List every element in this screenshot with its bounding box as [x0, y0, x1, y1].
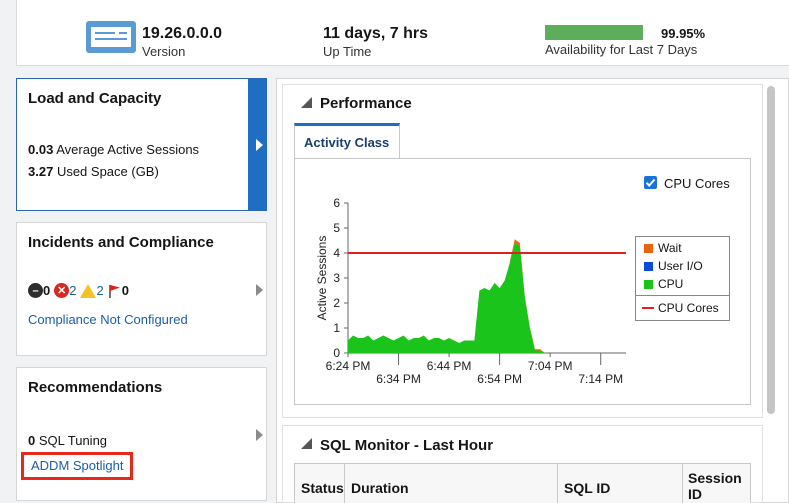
chevron-right-icon: [256, 139, 263, 151]
flagged-incidents[interactable]: 0: [108, 283, 129, 298]
version-label: Version: [142, 44, 186, 59]
fatal-icon: –: [28, 283, 43, 298]
chevron-right-icon: [256, 429, 263, 441]
y-tick-label: 0: [333, 346, 340, 360]
metric-value: 0: [28, 433, 36, 448]
warning-incidents[interactable]: 2: [80, 283, 104, 298]
legend-label: User I/O: [658, 259, 703, 273]
load-and-capacity-card[interactable]: Load and Capacity 0.03 Average Active Se…: [16, 78, 267, 211]
availability-label: Availability for Last 7 Days: [545, 42, 698, 57]
legend-item-cpu-cores: CPU Cores: [642, 301, 719, 315]
x-tick-label: 6:24 PM: [326, 359, 371, 373]
legend-label: CPU Cores: [658, 301, 719, 315]
warning-count: 2: [96, 283, 104, 298]
cpu-cores-checkbox[interactable]: [644, 176, 657, 189]
legend-divider: [636, 295, 729, 296]
legend-item-user-io: User I/O: [644, 259, 703, 273]
uptime-value: 11 days, 7 hrs: [323, 25, 428, 42]
availability-percent: 99.95%: [661, 26, 706, 41]
metric-value: 3.27: [28, 164, 54, 179]
checkmark-icon: [645, 178, 656, 187]
legend-swatch: [644, 243, 653, 253]
legend-swatch: [644, 261, 653, 271]
database-icon: [86, 21, 136, 53]
fatal-count: 0: [43, 283, 51, 298]
flag-count: 0: [121, 283, 129, 298]
column-header-duration[interactable]: Duration: [345, 464, 558, 503]
sql-monitor-table-header: Status Duration SQL ID Session ID: [294, 463, 751, 503]
performance-title: Performance: [320, 95, 412, 112]
warning-icon: [80, 283, 97, 298]
incident-status-counts: – 0 ✕ 2 2 0: [28, 283, 133, 298]
sql-monitor-title: SQL Monitor - Last Hour: [320, 437, 494, 454]
y-tick-label: 1: [333, 321, 340, 335]
critical-incidents[interactable]: ✕ 2: [54, 283, 76, 298]
x-tick-label: 6:54 PM: [477, 372, 522, 386]
x-tick-label: 7:04 PM: [528, 359, 573, 373]
legend-label: Wait: [658, 241, 682, 255]
column-header-session-id[interactable]: Session ID: [683, 464, 752, 503]
x-tick-label: 7:14 PM: [578, 372, 623, 386]
column-header-status[interactable]: Status: [295, 464, 345, 503]
card-title: Incidents and Compliance: [28, 234, 214, 251]
metric-label: Average Active Sessions: [56, 142, 200, 157]
legend-label: CPU: [658, 277, 684, 291]
y-tick-label: 4: [333, 246, 340, 260]
chevron-right-icon: [256, 284, 263, 296]
card-title: Load and Capacity: [28, 90, 162, 107]
metric-label: SQL Tuning: [38, 433, 108, 448]
metric-label: Used Space (GB): [56, 164, 159, 179]
incidents-and-compliance-card[interactable]: Incidents and Compliance – 0 ✕ 2 2 0 Com…: [16, 222, 267, 356]
used-space-metric: 3.27 Used Space (GB): [28, 164, 159, 179]
card-expand-button[interactable]: [248, 368, 266, 500]
legend-swatch: [644, 279, 653, 289]
cpu-area-series: [348, 243, 551, 353]
uptime-label: Up Time: [323, 44, 372, 59]
collapse-triangle-icon[interactable]: [301, 97, 312, 108]
home-page: 19.26.0.0.0 Version 11 days, 7 hrs Up Ti…: [0, 0, 789, 503]
y-axis-label: Active Sessions: [315, 236, 329, 321]
availability-bar-fill: [545, 25, 643, 40]
y-tick-label: 6: [333, 196, 340, 210]
addm-spotlight-link[interactable]: ADDM Spotlight: [31, 458, 123, 473]
average-active-sessions-metric: 0.03 Average Active Sessions: [28, 142, 199, 157]
cpu-cores-checkbox-label: CPU Cores: [664, 176, 730, 191]
card-expand-button[interactable]: [248, 223, 266, 355]
version-value: 19.26.0.0.0: [142, 25, 223, 42]
legend-item-wait: Wait: [644, 241, 682, 255]
panel-scrollbar[interactable]: [767, 86, 775, 414]
chart-legend: Wait User I/O CPU CPU Cores: [635, 236, 730, 321]
column-header-sql-id[interactable]: SQL ID: [558, 464, 683, 503]
recommendations-card[interactable]: Recommendations 0 SQL Tuning ADDM Spotli…: [16, 367, 267, 501]
y-tick-label: 5: [333, 221, 340, 235]
availability-bar: [545, 25, 643, 40]
card-title: Recommendations: [28, 379, 163, 396]
x-tick-label: 6:34 PM: [376, 372, 421, 386]
compliance-not-configured-link[interactable]: Compliance Not Configured: [28, 312, 188, 327]
critical-count: 2: [69, 283, 77, 298]
sql-tuning-metric: 0 SQL Tuning: [28, 433, 107, 448]
y-tick-label: 2: [333, 296, 340, 310]
card-expand-button[interactable]: [248, 79, 266, 210]
critical-icon: ✕: [54, 283, 70, 298]
tab-activity-class[interactable]: Activity Class: [294, 123, 400, 159]
legend-line-swatch: [642, 307, 654, 309]
flag-icon: [108, 284, 120, 298]
legend-item-cpu: CPU: [644, 277, 683, 291]
x-tick-label: 6:44 PM: [427, 359, 472, 373]
y-tick-label: 3: [333, 271, 340, 285]
addm-spotlight-highlight: ADDM Spotlight: [21, 452, 134, 480]
fatal-incidents[interactable]: – 0: [28, 283, 50, 298]
metric-value: 0.03: [28, 142, 54, 157]
collapse-triangle-icon[interactable]: [301, 438, 312, 449]
active-sessions-chart: 0 1 2 3 4 5 6 6:24 PM 6:34 PM 6:44 PM 6:54 PM 7:04 …: [315, 196, 626, 386]
